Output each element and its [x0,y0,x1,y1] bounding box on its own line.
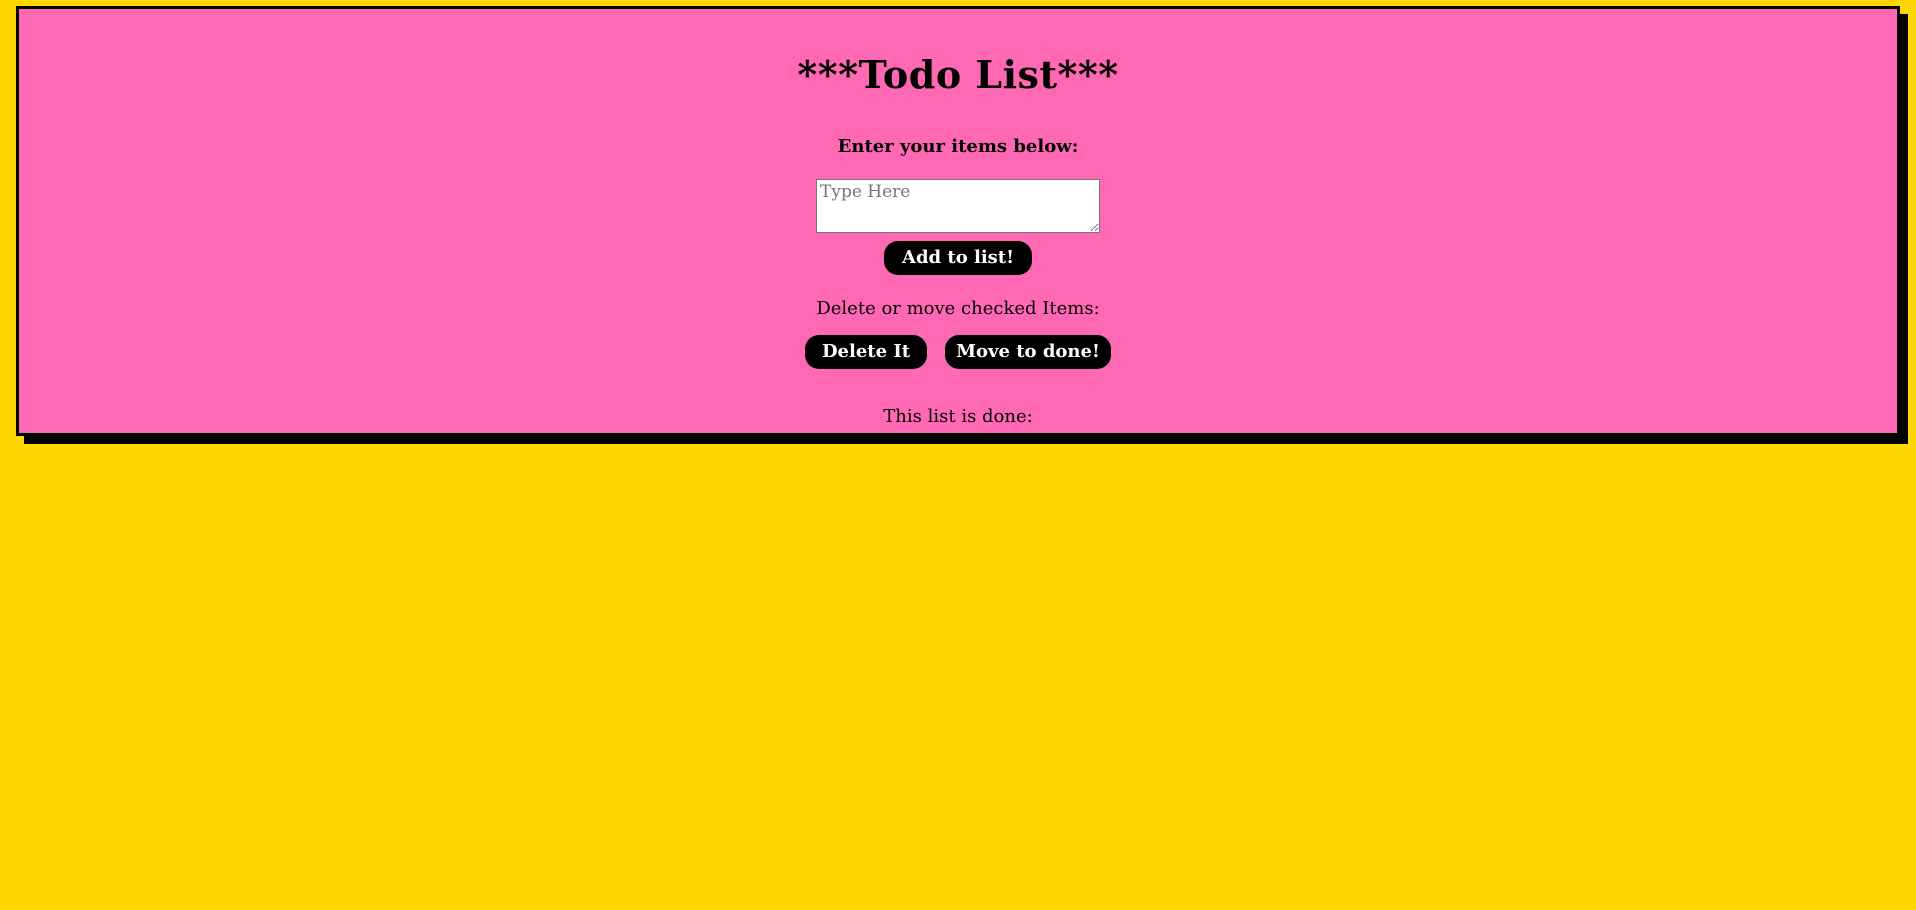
move-to-done-button[interactable]: Move to done! [945,335,1111,369]
delete-it-button[interactable]: Delete It [805,335,927,369]
action-buttons-row: Delete It Move to done! [19,335,1897,369]
page-title: ***Todo List*** [797,52,1119,97]
add-to-list-button[interactable]: Add to list! [884,241,1032,275]
actions-prompt: Delete or move checked Items: [816,298,1100,319]
todo-card: ***Todo List*** Enter your items below: … [16,6,1900,436]
add-button-row: Add to list! [19,241,1897,275]
entry-prompt: Enter your items below: [837,136,1079,157]
todo-item-input[interactable] [816,179,1100,233]
done-list-label: This list is done: [883,406,1033,427]
entry-input-wrapper [19,179,1897,239]
